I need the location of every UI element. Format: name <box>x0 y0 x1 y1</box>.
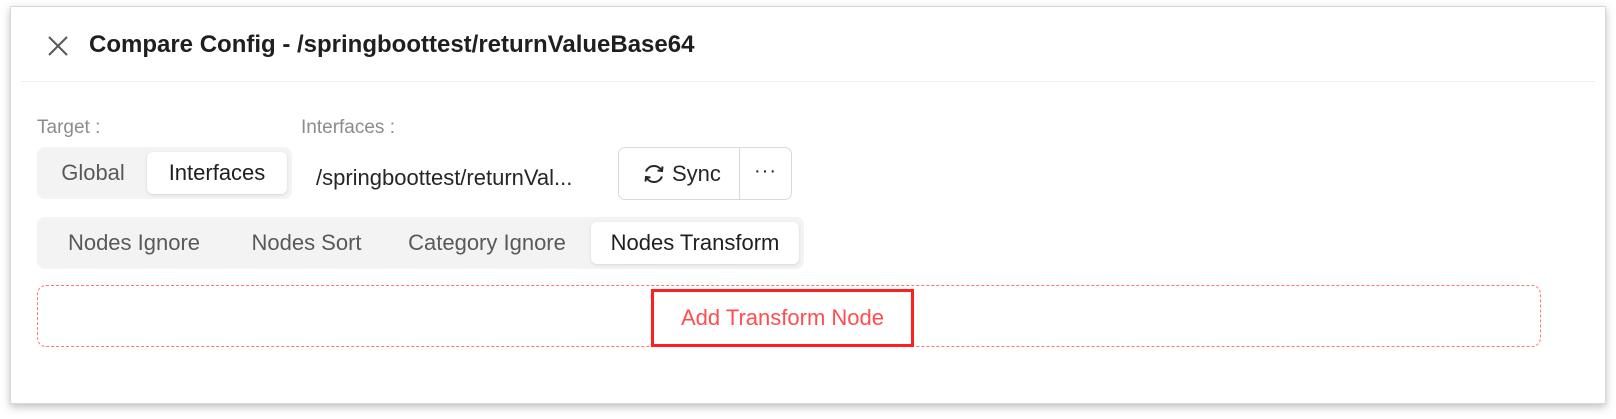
tab-nodes-ignore[interactable]: Nodes Ignore <box>42 222 226 264</box>
interface-select[interactable]: /springboottest/returnVal... <box>316 165 572 191</box>
add-transform-node-button[interactable]: Add Transform Node <box>651 289 914 347</box>
compare-config-drawer: Compare Config - /springboottest/returnV… <box>10 6 1606 404</box>
drawer-title: Compare Config - /springboottest/returnV… <box>89 31 695 58</box>
tab-category-ignore[interactable]: Category Ignore <box>387 222 587 264</box>
close-icon[interactable] <box>45 33 71 59</box>
tab-nodes-sort[interactable]: Nodes Sort <box>230 222 383 264</box>
sync-label: Sync <box>672 161 721 186</box>
ellipsis-icon: ··· <box>754 160 777 182</box>
target-label: Target : <box>37 117 101 138</box>
sync-icon <box>644 164 664 184</box>
target-segmented: Global Interfaces <box>37 147 292 199</box>
more-options-button[interactable]: ··· <box>740 148 791 199</box>
config-tabs: Nodes Ignore Nodes Sort Category Ignore … <box>37 217 804 269</box>
target-option-interfaces[interactable]: Interfaces <box>147 152 287 194</box>
drawer-header: Compare Config - /springboottest/returnV… <box>21 17 1595 82</box>
add-transform-node-label: Add Transform Node <box>681 305 884 330</box>
target-option-global[interactable]: Global <box>42 152 144 194</box>
sync-button-group: Sync ··· <box>618 147 792 200</box>
tab-nodes-transform[interactable]: Nodes Transform <box>591 222 799 264</box>
interfaces-label: Interfaces : <box>301 117 395 138</box>
sync-button[interactable]: Sync <box>619 148 740 199</box>
